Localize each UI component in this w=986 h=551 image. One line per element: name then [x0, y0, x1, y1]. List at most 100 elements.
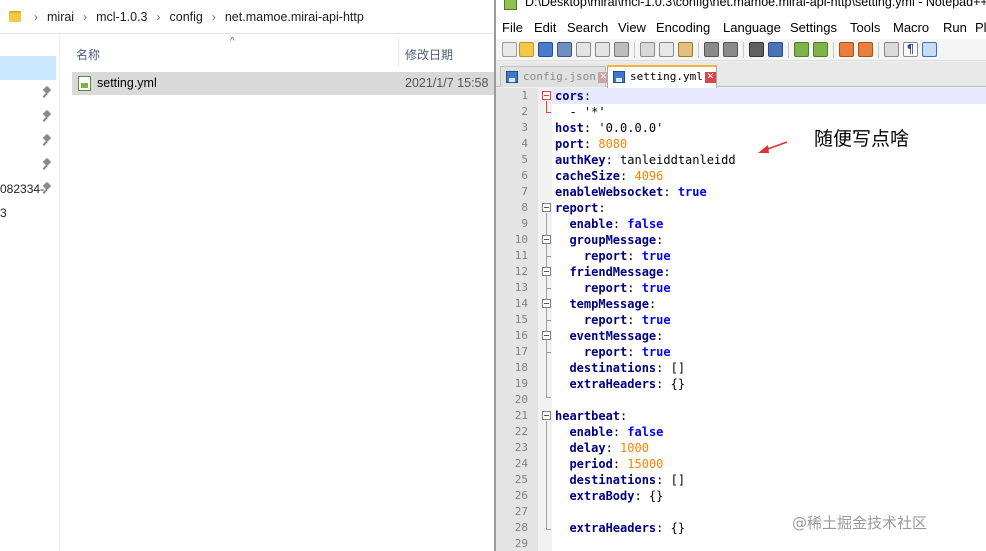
menu-encoding[interactable]: Encoding [656, 20, 710, 35]
tab-setting-yml[interactable]: setting.yml ✕ [607, 65, 717, 88]
fold-collapse-icon[interactable] [542, 91, 551, 100]
find-icon[interactable] [749, 42, 764, 57]
undo-icon[interactable] [704, 42, 719, 57]
close-tab-icon[interactable]: ✕ [704, 72, 716, 83]
nav-item-quick-access[interactable]: 082334- [0, 178, 60, 202]
redo-icon[interactable] [723, 42, 738, 57]
zoom-out-icon[interactable] [813, 42, 828, 57]
line-number: 27 [514, 505, 528, 518]
fold-collapse-icon[interactable] [542, 203, 551, 212]
breadcrumb-item-mcl[interactable]: mcl-1.0.3 [96, 10, 147, 24]
code-editor[interactable]: 1 2 3 4 5 6 7 8 9 10 11 12 13 14 15 16 17 18 19 20 21 22 23 24 2… [496, 88, 986, 551]
code-token: 8080 [598, 137, 628, 151]
code-token: : [612, 217, 628, 231]
zoom-in-icon[interactable] [794, 42, 809, 57]
nav-item-selected[interactable] [0, 56, 56, 80]
code-line: - '*' [555, 104, 605, 120]
code-token: : [656, 329, 664, 343]
code-token: delay [569, 441, 606, 455]
yml-file-icon [78, 76, 91, 91]
open-file-icon[interactable] [519, 42, 534, 57]
menu-plugins[interactable]: Pl [975, 20, 986, 35]
title-bar[interactable]: D:\Desktop\mirai\mcl-1.0.3\config\net.ma… [496, 0, 986, 18]
word-wrap-icon[interactable] [884, 42, 899, 57]
paste-icon[interactable] [678, 42, 693, 57]
fold-guide-line [546, 421, 547, 529]
line-number: 14 [514, 297, 528, 310]
code-token: true [677, 185, 707, 199]
breadcrumb-item-api-http[interactable]: net.mamoe.mirai-api-http [225, 10, 364, 24]
save-all-icon[interactable] [557, 42, 572, 57]
replace-icon[interactable] [768, 42, 783, 57]
line-number: 7 [521, 185, 528, 198]
new-file-icon[interactable] [502, 42, 517, 57]
chevron-right-icon: › [34, 9, 38, 24]
fold-guide-end [546, 320, 551, 321]
code-line: friendMessage: [555, 264, 670, 280]
sync-vertical-icon[interactable] [839, 42, 854, 57]
menu-edit[interactable]: Edit [534, 20, 556, 35]
fold-collapse-icon[interactable] [542, 411, 551, 420]
tab-label: setting.yml [630, 70, 703, 83]
pin-icon [42, 159, 52, 171]
pin-icon [42, 87, 52, 99]
fold-collapse-icon[interactable] [542, 331, 551, 340]
code-line: eventMessage: [555, 328, 663, 344]
nav-item-quick-access[interactable] [0, 82, 60, 106]
code-token: authKey [555, 153, 606, 167]
code-token: : {} [656, 521, 686, 535]
column-header-name[interactable]: 名称 [76, 46, 100, 63]
code-token: extraHeaders [569, 377, 657, 391]
code-token: port [555, 137, 584, 151]
code-line: period: 15000 [555, 456, 663, 472]
breadcrumb-item-config[interactable]: config [170, 10, 203, 24]
fold-guide-end [546, 397, 551, 398]
code-line: delay: 1000 [555, 440, 648, 456]
menu-view[interactable]: View [618, 20, 646, 35]
menu-language[interactable]: Language [723, 20, 781, 35]
cut-icon[interactable] [640, 42, 655, 57]
sync-horizontal-icon[interactable] [858, 42, 873, 57]
code-line: report: true [555, 280, 671, 296]
column-header-date[interactable]: 修改日期 [405, 46, 453, 63]
breadcrumb: › mirai › mcl-1.0.3 › config › net.mamoe… [0, 0, 494, 34]
line-number: 15 [514, 313, 528, 326]
show-all-characters-icon[interactable]: ¶ [903, 42, 918, 57]
nav-item-quick-access[interactable] [0, 130, 60, 154]
column-divider[interactable] [398, 38, 399, 66]
menu-macro[interactable]: Macro [893, 20, 929, 35]
copy-icon[interactable] [659, 42, 674, 57]
file-row[interactable]: setting.yml 2021/1/7 15:58 [72, 72, 494, 95]
code-token: tempMessage [569, 297, 649, 311]
save-icon[interactable] [538, 42, 553, 57]
pin-icon [42, 111, 52, 123]
breadcrumb-item-mirai[interactable]: mirai [47, 10, 74, 24]
tab-config-json[interactable]: config.json ✕ [500, 66, 609, 87]
indent-guide-icon[interactable] [922, 42, 937, 57]
code-token: : [656, 233, 664, 247]
menu-run[interactable]: Run [943, 20, 967, 35]
code-token: report [583, 249, 628, 263]
code-token: extraBody [569, 489, 635, 503]
menu-tools[interactable]: Tools [850, 20, 880, 35]
code-token: : {} [634, 489, 664, 503]
close-all-icon[interactable] [595, 42, 610, 57]
code-token: true [641, 281, 671, 295]
nav-item-quick-access[interactable] [0, 154, 60, 178]
menu-search[interactable]: Search [567, 20, 608, 35]
menu-file[interactable]: File [502, 20, 523, 35]
close-file-icon[interactable] [576, 42, 591, 57]
print-icon[interactable] [614, 42, 629, 57]
fold-collapse-icon[interactable] [542, 267, 551, 276]
fold-collapse-icon[interactable] [542, 299, 551, 308]
nav-item-quick-access[interactable] [0, 106, 60, 130]
code-token: false [627, 425, 664, 439]
line-number: 10 [514, 233, 528, 246]
menu-settings[interactable]: Settings [790, 20, 837, 35]
fold-collapse-icon[interactable] [542, 235, 551, 244]
nav-item-quick-access[interactable]: 3 [0, 202, 60, 226]
